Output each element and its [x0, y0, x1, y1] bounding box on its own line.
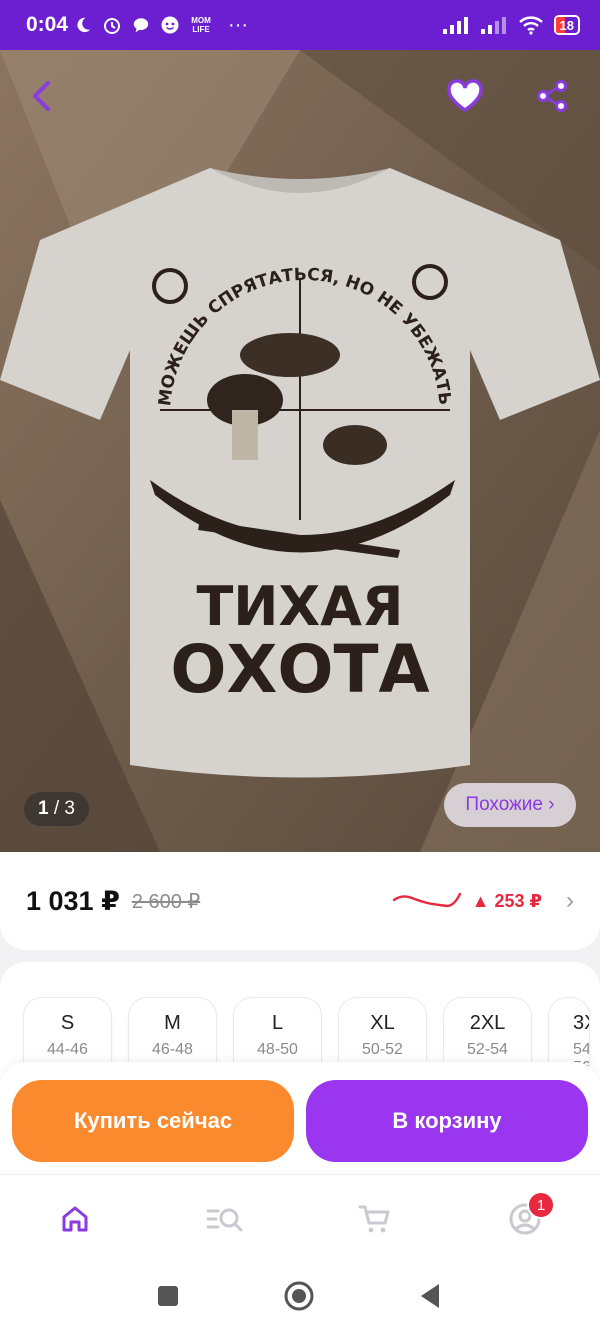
heart-icon	[447, 79, 483, 113]
moon-icon	[77, 17, 91, 33]
action-bar: Купить сейчас В корзину	[0, 1062, 600, 1174]
battery-level: 18	[559, 17, 574, 33]
size-range: 48-50	[257, 1041, 298, 1058]
share-icon	[537, 80, 567, 112]
size-label: S	[60, 1012, 75, 1034]
price-old: 2 600 ₽	[131, 890, 201, 913]
size-label: 3XL	[573, 1012, 589, 1034]
signal-icon	[442, 17, 468, 34]
square-icon	[158, 1286, 178, 1306]
status-icons: MOM LIFE ···	[74, 14, 248, 37]
favorite-button[interactable]	[441, 72, 489, 120]
cart-icon	[358, 1205, 390, 1233]
image-counter-total: / 3	[53, 798, 75, 819]
profile-badge: 1	[527, 1191, 555, 1219]
price-card: 1 031 ₽ 2 600 ₽ ▲ 253 ₽ ›	[0, 852, 600, 950]
size-range: 44-46	[47, 1041, 88, 1058]
battery-icon: 18	[553, 15, 580, 35]
nav-cart[interactable]	[353, 1197, 397, 1241]
system-back-button[interactable]	[412, 1278, 448, 1314]
chevron-left-icon	[33, 81, 50, 111]
add-to-cart-button[interactable]: В корзину	[306, 1080, 588, 1162]
home-icon	[62, 1206, 88, 1232]
circle-icon	[284, 1281, 314, 1311]
catalog-search-icon	[206, 1208, 243, 1232]
more-icon: ···	[228, 13, 249, 36]
size-range: 46-48	[152, 1041, 193, 1058]
alarm-icon	[104, 18, 121, 34]
print-line2: ОХОТА	[170, 631, 429, 708]
system-navigation	[0, 1260, 600, 1332]
status-bar: 0:04 MOM LIFE ··· 18	[0, 0, 600, 50]
similar-button[interactable]: Похожие ›	[444, 783, 576, 827]
image-counter-current: 1	[38, 798, 49, 819]
price-history-link[interactable]: ▲ 253 ₽ ›	[392, 887, 574, 915]
wifi-icon	[518, 16, 543, 35]
share-button[interactable]	[528, 72, 576, 120]
bottom-navigation: 1	[0, 1174, 600, 1260]
chevron-right-icon: ›	[566, 887, 574, 914]
triangle-back-icon	[421, 1284, 439, 1308]
size-label: 2XL	[469, 1012, 506, 1034]
product-photo: МОЖЕШЬ СПРЯТАТЬСЯ, НО НЕ УБЕЖАТЬ ТИХАЯ О…	[0, 50, 600, 852]
status-right: 18	[442, 15, 580, 35]
nav-home[interactable]	[53, 1197, 97, 1241]
recents-button[interactable]	[150, 1278, 186, 1314]
price-trend-sparkline	[392, 892, 461, 908]
momlife-icon: MOM LIFE	[191, 16, 211, 34]
app-icon	[161, 16, 179, 34]
size-label: M	[164, 1012, 181, 1034]
size-label: L	[271, 1012, 284, 1034]
print-line1: ТИХАЯ	[196, 575, 403, 638]
system-home-button[interactable]	[281, 1278, 317, 1314]
size-label: XL	[370, 1012, 395, 1034]
price-trend-delta: ▲ 253 ₽	[471, 890, 542, 911]
image-counter: 1 / 3	[24, 792, 89, 826]
status-time: 0:04	[26, 13, 69, 36]
chat-icon	[133, 18, 149, 33]
nav-catalog[interactable]	[203, 1197, 247, 1241]
price-current: 1 031 ₽	[26, 885, 120, 916]
size-range: 50-52	[362, 1041, 403, 1058]
signal-icon	[480, 17, 506, 34]
back-button[interactable]	[18, 72, 66, 120]
size-range: 52-54	[467, 1041, 508, 1058]
product-image[interactable]: МОЖЕШЬ СПРЯТАТЬСЯ, НО НЕ УБЕЖАТЬ ТИХАЯ О…	[0, 50, 600, 852]
buy-now-button[interactable]: Купить сейчас	[12, 1080, 294, 1162]
